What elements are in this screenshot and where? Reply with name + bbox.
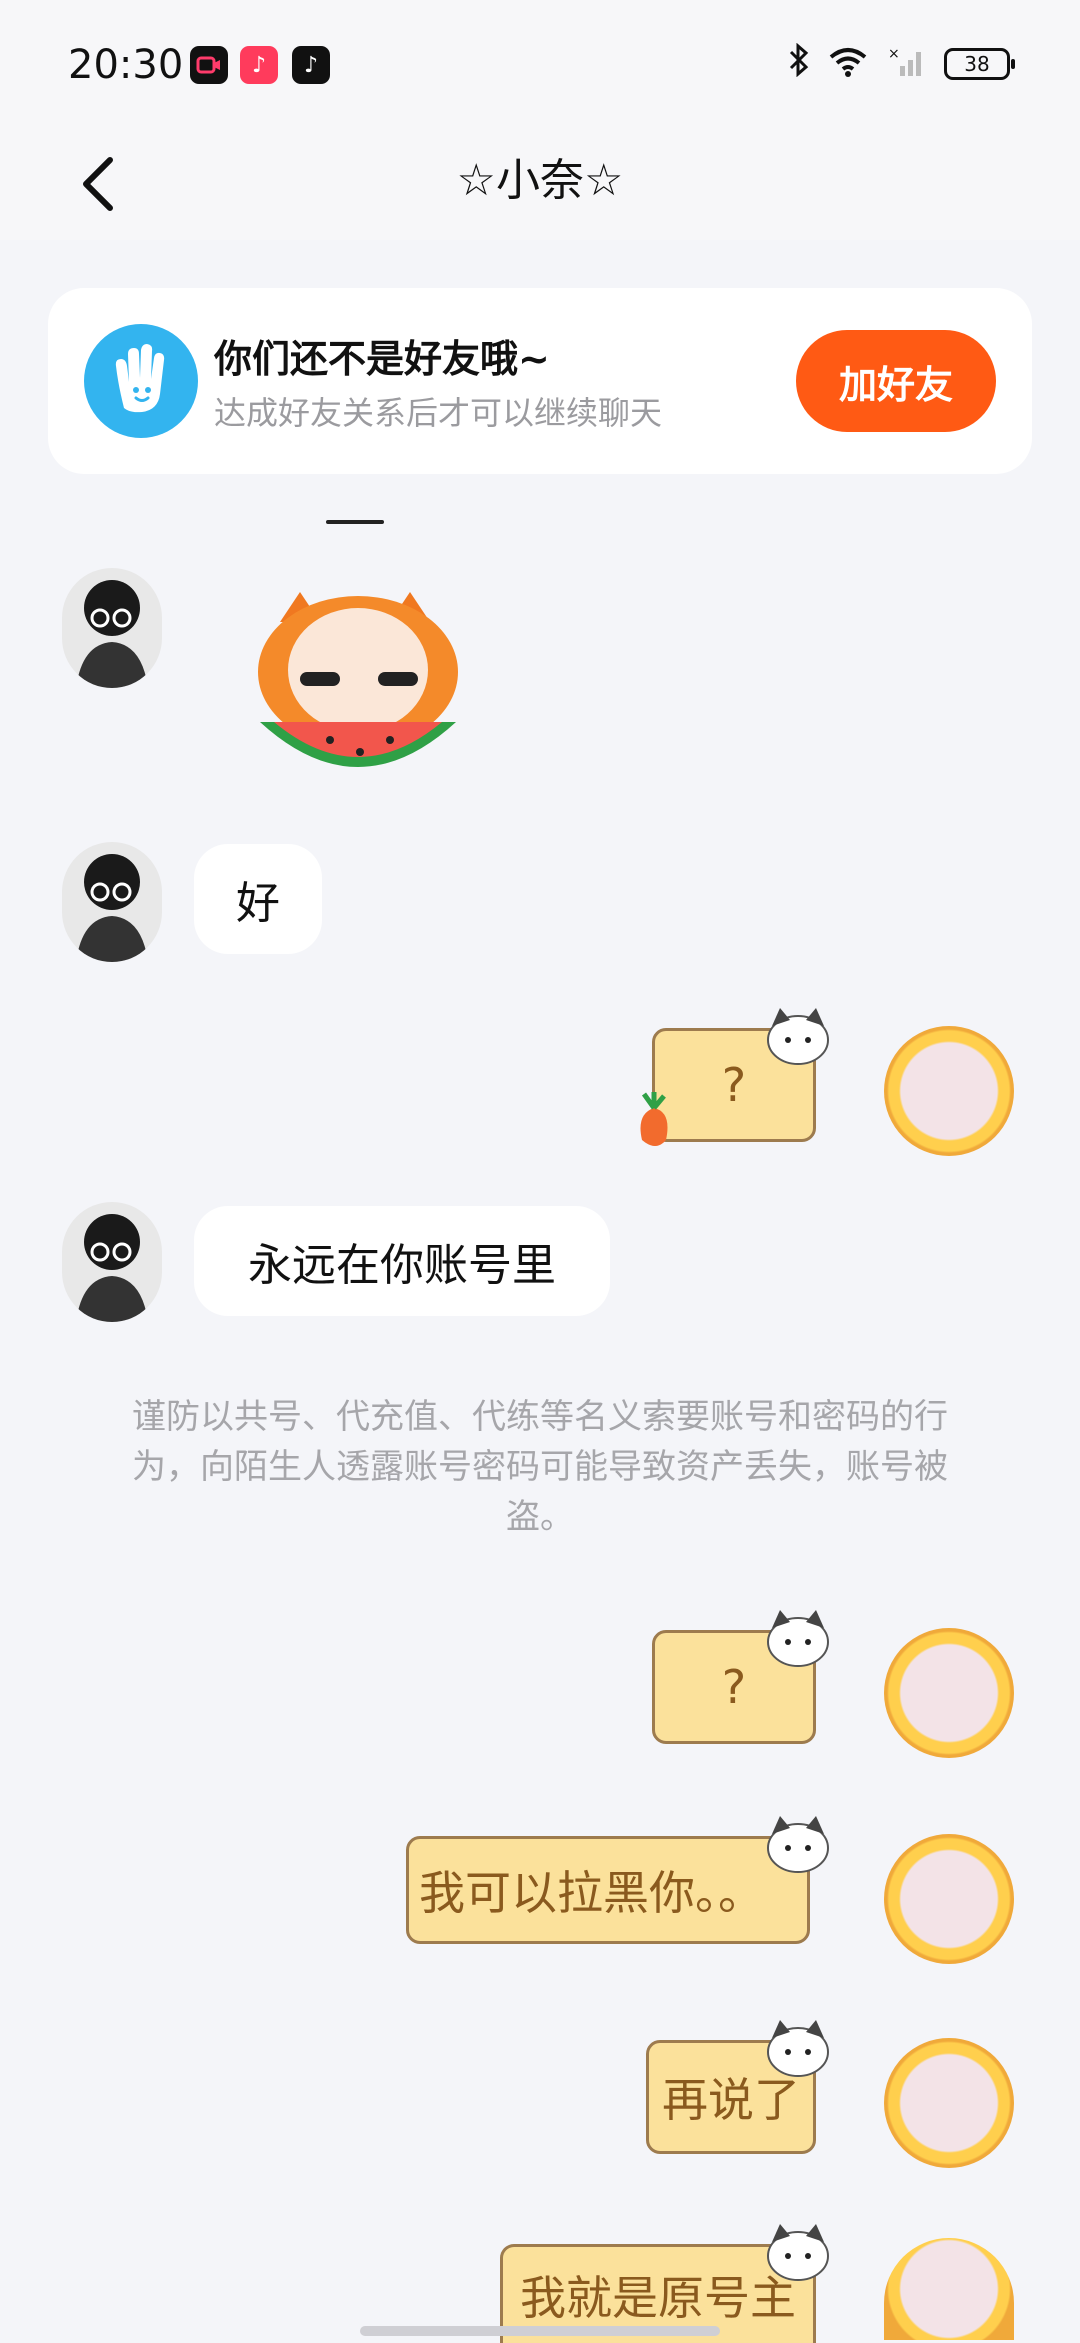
contact-avatar[interactable] [62,842,162,962]
outgoing-message-bubble[interactable]: 我可以拉黑你。。 [406,1836,810,1944]
carrot-decoration-icon [632,1092,676,1150]
incoming-message-bubble[interactable]: 永远在你账号里 [194,1206,610,1316]
cat-decoration-icon [762,2220,834,2282]
bluetooth-icon [788,42,810,86]
message-text: 我就是原号主 [520,2271,796,2325]
status-time: 20:30 [68,42,184,88]
security-warning-notice: 谨防以共号、代充值、代练等名义索要账号和密码的行为，向陌生人透露账号密码可能导致… [132,1397,948,1537]
watermelon-cat-sticker[interactable] [240,582,476,792]
my-avatar[interactable] [884,1628,1014,1758]
cat-decoration-icon [762,2016,834,2078]
message-text: ? [721,1660,747,1714]
music-icon: ♪ [240,46,278,84]
chat-header: ☆小奈☆ [0,120,1080,240]
page-title: ☆小奈☆ [456,155,624,206]
friend-request-banner: 你们还不是好友哦~ 达成好友关系后才可以继续聊天 加好友 [48,288,1032,474]
contact-avatar[interactable] [62,568,162,688]
hand-wave-icon [84,324,198,438]
add-friend-button[interactable]: 加好友 [796,330,996,432]
cat-decoration-icon [762,1606,834,1668]
message-text: 我可以拉黑你。。 [419,1866,764,1920]
incoming-message-bubble[interactable]: 好 [194,844,322,954]
status-bar: 20:30 ♪ ♪ × 38 [0,0,1080,120]
status-icons: × 38 [788,42,1015,86]
svg-text:×: × [888,46,900,62]
contact-avatar[interactable] [62,1202,162,1322]
cat-decoration-icon [762,1812,834,1874]
message-text: ? [721,1058,747,1112]
home-indicator[interactable] [360,2326,720,2336]
cat-decoration-icon [762,1004,834,1066]
divider [326,520,384,524]
banner-title: 你们还不是好友哦~ [214,337,550,381]
wifi-icon [828,46,868,82]
my-avatar[interactable] [884,1834,1014,1964]
battery-icon: 38 [944,48,1015,80]
my-avatar[interactable] [884,1026,1014,1156]
signal-icon: × [886,46,926,82]
my-avatar[interactable] [884,2038,1014,2168]
banner-subtitle: 达成好友关系后才可以继续聊天 [214,394,663,432]
my-avatar[interactable] [884,2238,1014,2340]
tiktok-icon: ♪ [292,46,330,84]
screen-record-icon [190,46,228,84]
